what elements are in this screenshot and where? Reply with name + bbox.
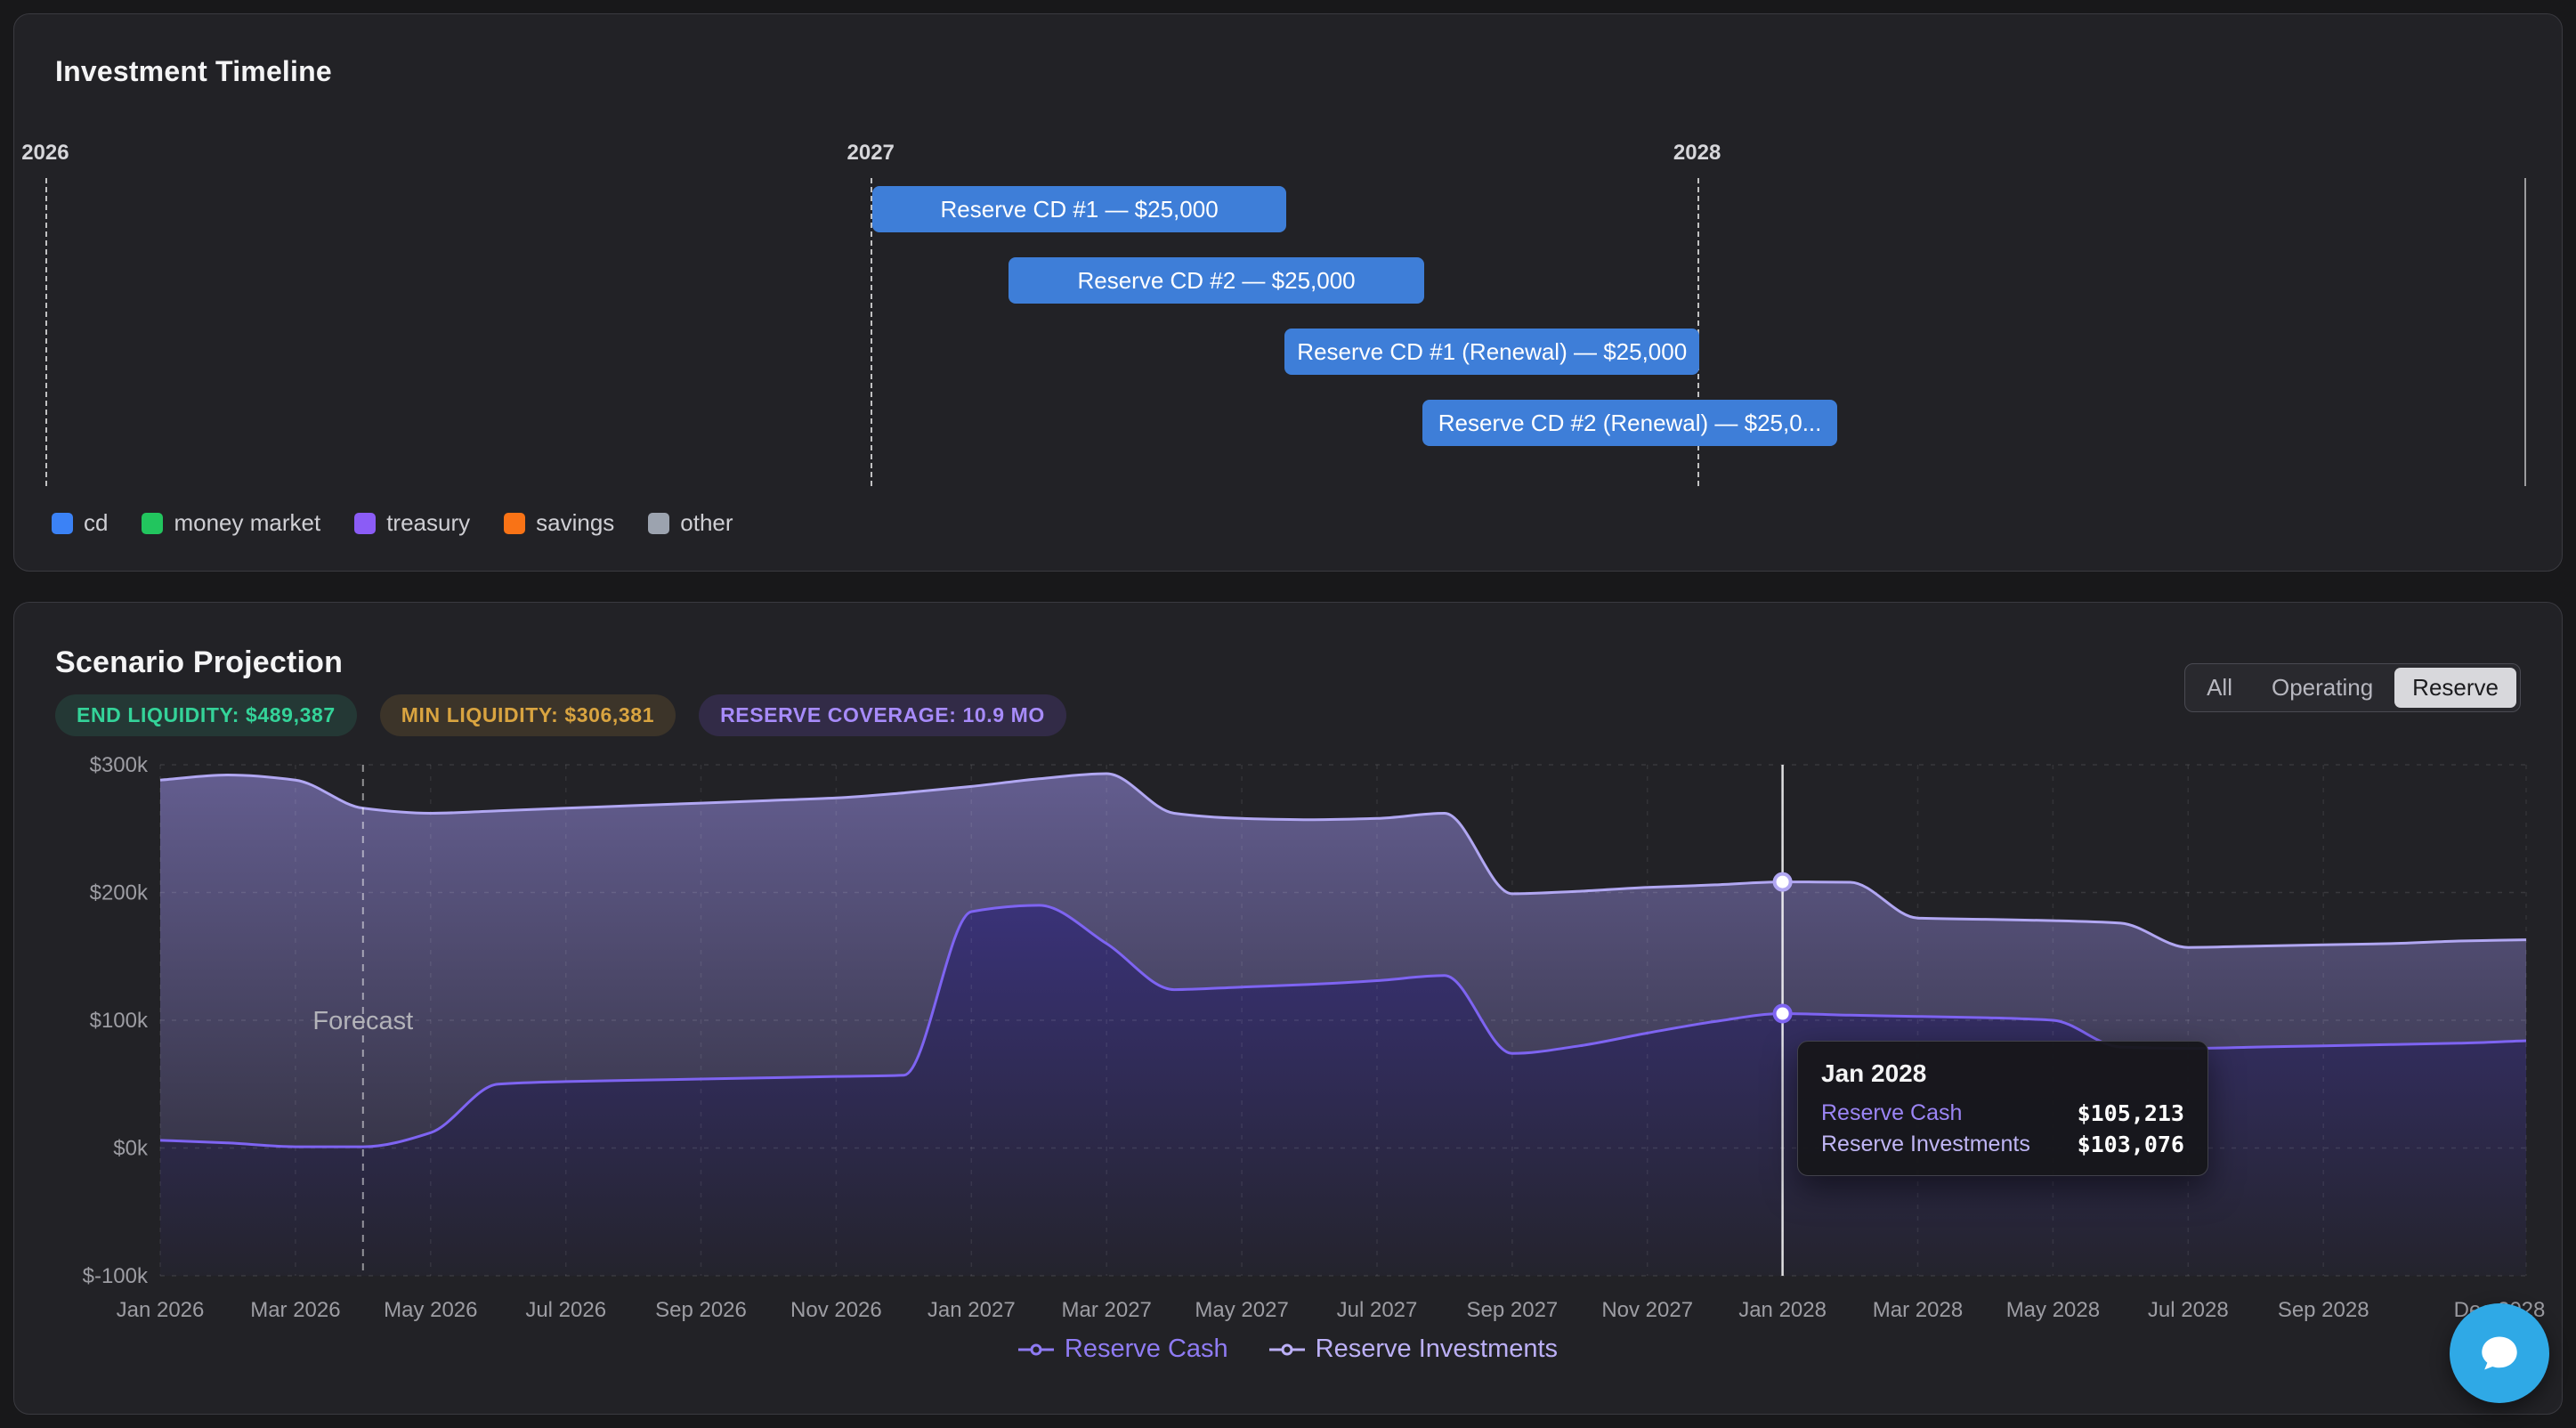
tooltip-series-label: Reserve Cash <box>1821 1100 1962 1126</box>
scenario-projection-panel: Scenario Projection END LIQUIDITY: $489,… <box>13 602 2563 1415</box>
scenario-badge: MIN LIQUIDITY: $306,381 <box>380 694 676 736</box>
tooltip-series-value: $105,213 <box>2078 1100 2184 1126</box>
svg-text:$300k: $300k <box>90 753 149 777</box>
chart-tooltip: Jan 2028 Reserve Cash $105,213 Reserve Inv… <box>1797 1041 2208 1176</box>
svg-text:Jan 2027: Jan 2027 <box>928 1298 1016 1322</box>
timeline-chart: 2026 2027 2028 Reserve CD #1 — $25,000 Reser… <box>14 14 2562 571</box>
svg-text:$0k: $0k <box>113 1137 149 1161</box>
svg-text:Mar 2028: Mar 2028 <box>1873 1298 1963 1322</box>
scenario-badge: END LIQUIDITY: $489,387 <box>55 694 357 736</box>
tooltip-series-value: $103,076 <box>2078 1132 2184 1157</box>
money-market-swatch <box>142 513 163 534</box>
legend-line-marker-icon <box>1018 1343 1054 1356</box>
svg-text:Nov 2026: Nov 2026 <box>790 1298 882 1322</box>
chat-button[interactable] <box>2450 1303 2549 1403</box>
scenario-legend-label: Reserve Cash <box>1065 1335 1228 1364</box>
toggle-option-operating[interactable]: Operating <box>2254 668 2391 708</box>
svg-text:Jan 2028: Jan 2028 <box>1738 1298 1827 1322</box>
savings-swatch <box>504 513 525 534</box>
tooltip-title: Jan 2028 <box>1821 1059 2184 1088</box>
timeline-legend-item: savings <box>504 509 614 537</box>
svg-text:Jul 2026: Jul 2026 <box>525 1298 606 1322</box>
toggle-option-reserve[interactable]: Reserve <box>2394 668 2516 708</box>
timeline-bar[interactable]: Reserve CD #1 (Renewal) — $25,000 <box>1284 329 1700 375</box>
timeline-bar[interactable]: Reserve CD #1 — $25,000 <box>872 186 1286 232</box>
svg-text:May 2027: May 2027 <box>1195 1298 1288 1322</box>
timeline-legend-label: other <box>680 509 733 537</box>
svg-text:Jan 2026: Jan 2026 <box>117 1298 205 1322</box>
svg-text:May 2028: May 2028 <box>2006 1298 2100 1322</box>
scenario-legend-label: Reserve Investments <box>1316 1335 1558 1364</box>
tooltip-row: Reserve Investments $103,076 <box>1821 1132 2184 1157</box>
svg-text:Jul 2027: Jul 2027 <box>1337 1298 1418 1322</box>
timeline-legend-label: cd <box>84 509 108 537</box>
svg-text:$200k: $200k <box>90 881 149 905</box>
timeline-year-label: 2026 <box>21 141 69 166</box>
svg-text:Mar 2027: Mar 2027 <box>1062 1298 1152 1322</box>
timeline-legend: cd money market treasury savings other <box>52 509 733 537</box>
svg-text:Jul 2028: Jul 2028 <box>2148 1298 2229 1322</box>
cd-swatch <box>52 513 73 534</box>
tooltip-series-label: Reserve Investments <box>1821 1132 2030 1157</box>
chat-bubble-icon <box>2474 1327 2525 1379</box>
scenario-title: Scenario Projection <box>55 645 343 680</box>
scenario-chart-legend: Reserve Cash Reserve Investments <box>14 1335 2562 1364</box>
scenario-legend-item[interactable]: Reserve Investments <box>1269 1335 1558 1364</box>
svg-text:Sep 2026: Sep 2026 <box>655 1298 747 1322</box>
investment-timeline-panel: Investment Timeline 202620272028Reserve … <box>13 13 2563 572</box>
legend-line-marker-icon <box>1269 1343 1305 1356</box>
timeline-end-line <box>2524 178 2526 486</box>
timeline-legend-item: money market <box>142 509 320 537</box>
timeline-legend-label: treasury <box>386 509 470 537</box>
svg-text:May 2026: May 2026 <box>384 1298 477 1322</box>
svg-text:Sep 2028: Sep 2028 <box>2278 1298 2369 1322</box>
scenario-badges: END LIQUIDITY: $489,387 MIN LIQUIDITY: $3… <box>55 694 1066 736</box>
timeline-legend-label: money market <box>174 509 320 537</box>
timeline-legend-item: treasury <box>354 509 470 537</box>
scenario-view-toggle[interactable]: AllOperatingReserve <box>2184 663 2521 712</box>
svg-text:$-100k: $-100k <box>83 1264 149 1288</box>
timeline-year-label: 2028 <box>1673 141 1721 166</box>
tooltip-row: Reserve Cash $105,213 <box>1821 1100 2184 1126</box>
toggle-option-all[interactable]: All <box>2189 668 2250 708</box>
svg-text:Forecast: Forecast <box>312 1007 413 1035</box>
timeline-bar[interactable]: Reserve CD #2 — $25,000 <box>1009 257 1424 304</box>
timeline-year-label: 2027 <box>847 141 895 166</box>
other-swatch <box>648 513 669 534</box>
timeline-legend-label: savings <box>536 509 614 537</box>
svg-text:Sep 2027: Sep 2027 <box>1467 1298 1559 1322</box>
svg-text:Nov 2027: Nov 2027 <box>1601 1298 1693 1322</box>
svg-text:$100k: $100k <box>90 1009 149 1033</box>
scenario-badge: RESERVE COVERAGE: 10.9 MO <box>699 694 1066 736</box>
timeline-bar[interactable]: Reserve CD #2 (Renewal) — $25,0... <box>1422 400 1838 446</box>
timeline-legend-item: cd <box>52 509 108 537</box>
treasury-swatch <box>354 513 376 534</box>
scenario-legend-item[interactable]: Reserve Cash <box>1018 1335 1228 1364</box>
timeline-legend-item: other <box>648 509 733 537</box>
timeline-year-gridline <box>45 178 47 486</box>
svg-text:Mar 2026: Mar 2026 <box>250 1298 340 1322</box>
